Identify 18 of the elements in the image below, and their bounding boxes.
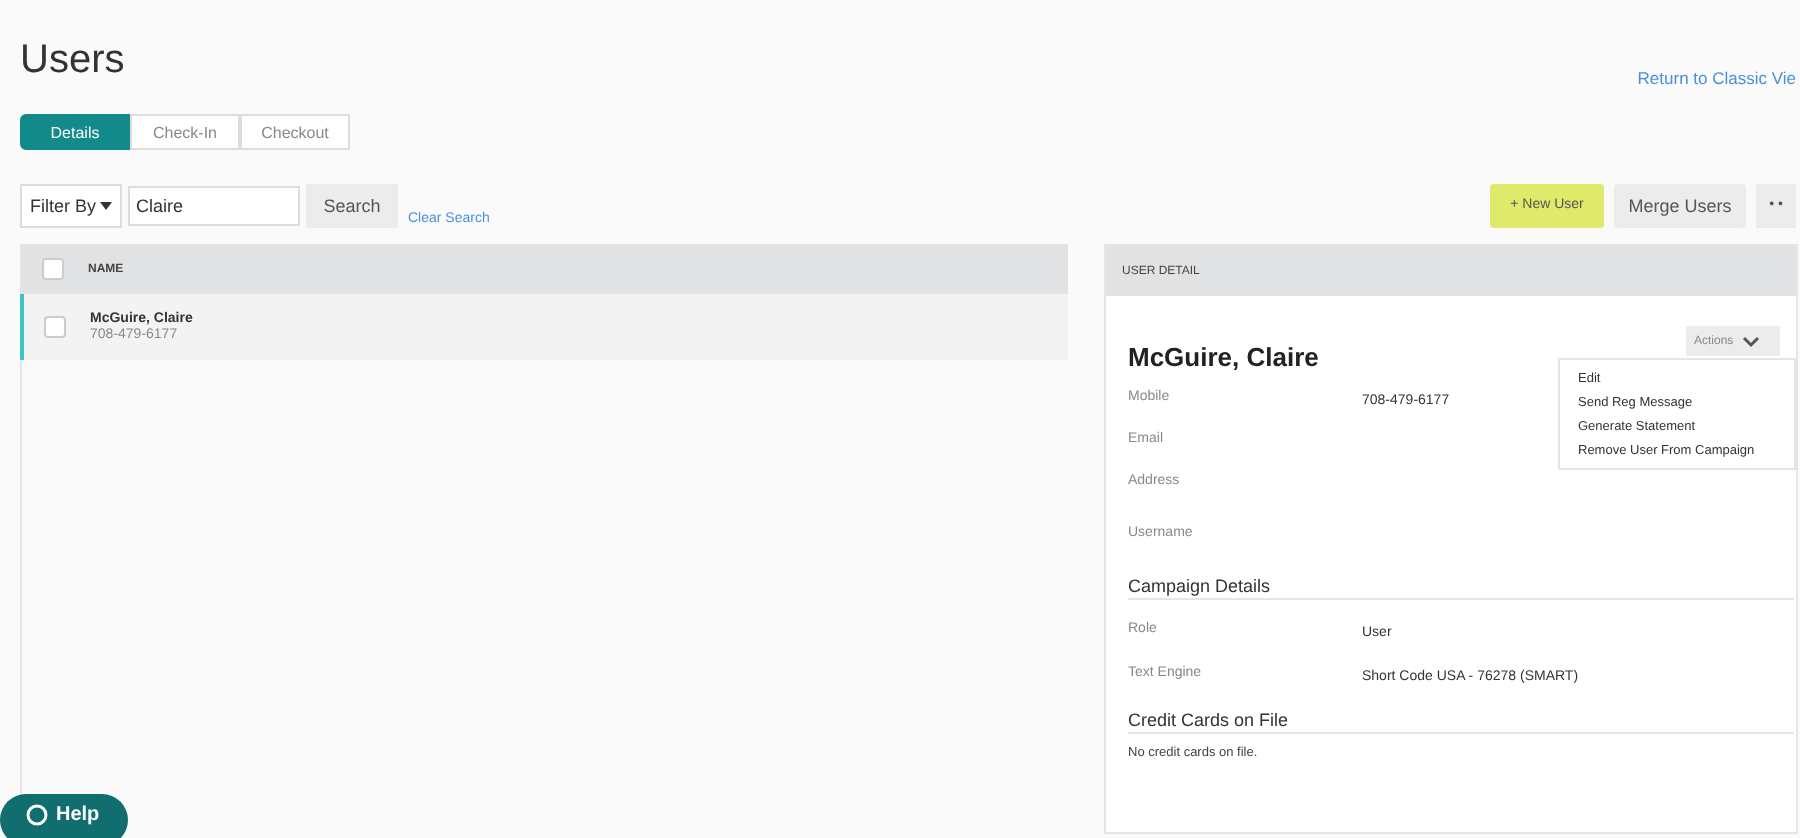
section-heading: Credit Cards on File [1128, 710, 1794, 734]
tab[interactable]: Check-In [130, 114, 240, 150]
tab[interactable]: Details [20, 114, 130, 150]
select-all-checkbox[interactable] [42, 258, 64, 280]
row-checkbox[interactable] [44, 316, 66, 338]
section-heading: Campaign Details [1128, 576, 1794, 600]
filter-dropdown[interactable]: Filter By [20, 183, 122, 227]
help-button[interactable]: Help [0, 794, 128, 838]
tab[interactable]: Checkout [240, 114, 350, 150]
user-name-heading: McGuire, Claire [1128, 342, 1319, 376]
search-field[interactable]: Claire [128, 185, 300, 225]
help-icon [26, 804, 48, 826]
merge-users-button[interactable]: Merge Users [1614, 183, 1746, 227]
caret-down-icon [100, 201, 112, 209]
page-title: Users [20, 38, 125, 84]
chevron-down-icon [1741, 335, 1760, 347]
search-button[interactable]: Search [306, 183, 398, 227]
classic-view-link[interactable]: Return to Classic Vie [1637, 68, 1796, 88]
